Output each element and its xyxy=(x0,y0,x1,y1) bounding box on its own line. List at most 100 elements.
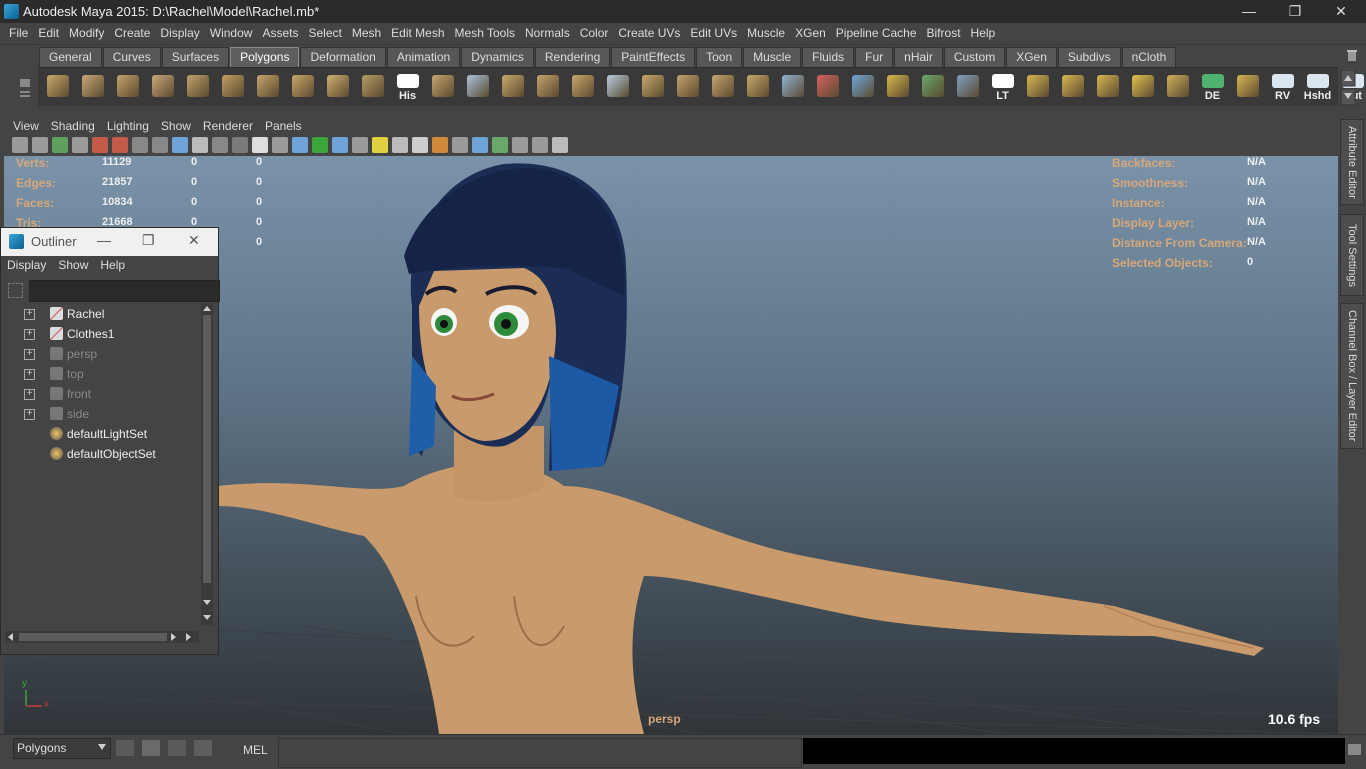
outliner-item-rachel[interactable]: + Rachel xyxy=(5,304,199,324)
offset-edge-icon[interactable] xyxy=(707,70,738,102)
rv-tool-icon[interactable]: RV xyxy=(1267,70,1298,102)
manipulator-icon[interactable] xyxy=(552,137,568,153)
grid-icon[interactable] xyxy=(132,137,148,153)
outliner-horizontal-scrollbar[interactable] xyxy=(5,631,199,643)
poly-soccerball-icon[interactable] xyxy=(357,70,388,102)
shelf-scroll-arrows[interactable] xyxy=(1340,70,1356,106)
extrude-icon[interactable] xyxy=(532,70,563,102)
outliner-layout-icon[interactable] xyxy=(142,740,160,756)
menu-edit-uvs[interactable]: Edit UVs xyxy=(685,26,742,40)
shelf-tab-toon[interactable]: Toon xyxy=(696,47,743,67)
history-icon[interactable]: His xyxy=(392,70,423,102)
expand-icon[interactable]: + xyxy=(24,349,35,360)
layout-icon[interactable] xyxy=(116,740,134,756)
panel-menu-lighting[interactable]: Lighting xyxy=(101,119,155,133)
outliner-item-persp[interactable]: + persp xyxy=(5,344,199,364)
uv-map-6-icon[interactable] xyxy=(1232,70,1263,102)
poly-pyramid-icon[interactable] xyxy=(252,70,283,102)
mirror-icon[interactable] xyxy=(777,70,808,102)
outliner-item-side[interactable]: + side xyxy=(5,404,199,424)
expand-icon[interactable]: + xyxy=(24,329,35,340)
xray-components-icon[interactable] xyxy=(532,137,548,153)
poly-cylinder-icon[interactable] xyxy=(112,70,143,102)
menu-normals[interactable]: Normals xyxy=(520,26,575,40)
de-tool-icon[interactable]: DE xyxy=(1197,70,1228,102)
menu-create-uvs[interactable]: Create UVs xyxy=(613,26,685,40)
shelf-tab-custom[interactable]: Custom xyxy=(943,47,1006,67)
bridge-icon[interactable] xyxy=(567,70,598,102)
multisample-aa-icon[interactable] xyxy=(432,137,448,153)
outliner-menu-help[interactable]: Help xyxy=(94,258,131,272)
shelf-tab-ncloth[interactable]: nCloth xyxy=(1121,47,1177,67)
menu-edit[interactable]: Edit xyxy=(33,26,64,40)
paint-select-icon[interactable] xyxy=(812,70,843,102)
poly-pipe-icon[interactable] xyxy=(287,70,318,102)
layout-tool-icon[interactable]: LT xyxy=(987,70,1018,102)
panel-menu-renderer[interactable]: Renderer xyxy=(197,119,259,133)
shelf-tab-nhair[interactable]: nHair xyxy=(894,47,943,67)
menu-file[interactable]: File xyxy=(4,26,33,40)
shelf-tab-muscle[interactable]: Muscle xyxy=(743,47,802,67)
shelf-tab-xgen[interactable]: XGen xyxy=(1006,47,1057,67)
shelf-tab-fur[interactable]: Fur xyxy=(855,47,894,67)
attribute-editor-tab[interactable]: Attribute Editor xyxy=(1340,119,1364,205)
menu-window[interactable]: Window xyxy=(205,26,258,40)
shelf-tab-animation[interactable]: Animation xyxy=(386,47,461,67)
menu-xgen[interactable]: XGen xyxy=(790,26,831,40)
expand-icon[interactable]: + xyxy=(24,369,35,380)
script-editor-icon[interactable] xyxy=(194,740,212,756)
uv-ring-2-icon[interactable] xyxy=(917,70,948,102)
extract-icon[interactable] xyxy=(462,70,493,102)
poly-cube-icon[interactable] xyxy=(77,70,108,102)
outliner-item-defaultobjectset[interactable]: defaultObjectSet xyxy=(5,444,199,464)
shelf-tab-curves[interactable]: Curves xyxy=(102,47,161,67)
menu-edit-mesh[interactable]: Edit Mesh xyxy=(386,26,449,40)
outliner-close-button[interactable]: ✕ xyxy=(188,232,200,249)
smooth-shade-icon[interactable] xyxy=(292,137,308,153)
menu-mesh-tools[interactable]: Mesh Tools xyxy=(450,26,520,40)
grease-pencil-icon[interactable] xyxy=(112,137,128,153)
outliner-item-top[interactable]: + top xyxy=(5,364,199,384)
outliner-search-input[interactable] xyxy=(29,280,220,302)
list-layout-icon[interactable] xyxy=(168,740,186,756)
shelf-tab-dynamics[interactable]: Dynamics xyxy=(461,47,534,67)
shelf-options-icon[interactable] xyxy=(10,45,36,105)
uv-ring-icon[interactable] xyxy=(882,70,913,102)
wireframe-icon[interactable] xyxy=(272,137,288,153)
outliner-vertical-scrollbar[interactable] xyxy=(201,303,213,625)
transfer-icon[interactable] xyxy=(952,70,983,102)
bevel-icon[interactable] xyxy=(742,70,773,102)
2d-pan-zoom-icon[interactable] xyxy=(92,137,108,153)
shelf-tab-subdivs[interactable]: Subdivs xyxy=(1057,47,1121,67)
poly-sphere-icon[interactable] xyxy=(42,70,73,102)
close-button[interactable]: ✕ xyxy=(1318,0,1364,23)
menu-assets[interactable]: Assets xyxy=(257,26,303,40)
poly-cone-icon[interactable] xyxy=(147,70,178,102)
shelf-tab-painteffects[interactable]: PaintEffects xyxy=(611,47,696,67)
combine-icon[interactable] xyxy=(427,70,458,102)
mel-label[interactable]: MEL xyxy=(243,743,268,757)
poly-torus-icon[interactable] xyxy=(217,70,248,102)
menu-create[interactable]: Create xyxy=(109,26,155,40)
panel-menu-view[interactable]: View xyxy=(7,119,45,133)
outliner-item-clothes1[interactable]: + Clothes1 xyxy=(5,324,199,344)
camera-attributes-icon[interactable] xyxy=(32,137,48,153)
safe-action-icon[interactable] xyxy=(232,137,248,153)
shelf-tab-surfaces[interactable]: Surfaces xyxy=(161,47,230,67)
insert-edge-icon[interactable] xyxy=(672,70,703,102)
outliner-minimize-button[interactable]: — xyxy=(97,232,111,248)
xray-icon[interactable] xyxy=(492,137,508,153)
expand-icon[interactable]: + xyxy=(24,309,35,320)
shelf-tab-general[interactable]: General xyxy=(39,47,102,67)
command-input[interactable] xyxy=(278,738,802,768)
outliner-menu-show[interactable]: Show xyxy=(52,258,94,272)
menu-modify[interactable]: Modify xyxy=(64,26,109,40)
poly-helix-icon[interactable] xyxy=(322,70,353,102)
motion-blur-icon[interactable] xyxy=(412,137,428,153)
restore-button[interactable]: ❐ xyxy=(1272,0,1318,23)
shelf-tab-rendering[interactable]: Rendering xyxy=(534,47,611,67)
expand-icon[interactable]: + xyxy=(24,389,35,400)
smooth-icon[interactable] xyxy=(497,70,528,102)
menu-set-selector[interactable]: Polygons xyxy=(13,738,111,759)
outliner-menu-display[interactable]: Display xyxy=(1,258,52,272)
